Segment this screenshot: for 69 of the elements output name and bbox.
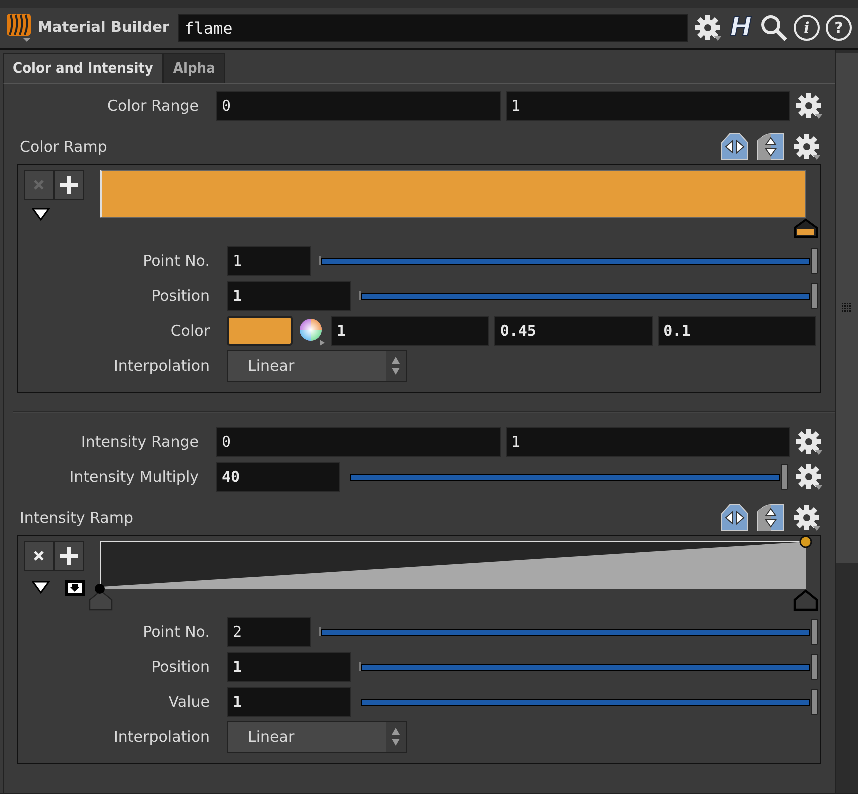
ramp-point-dot[interactable] <box>799 535 813 549</box>
left-right-arrows-icon[interactable] <box>721 133 749 161</box>
delete-point-button[interactable] <box>24 541 54 571</box>
up-down-arrows-icon[interactable] <box>757 504 785 532</box>
plus-icon <box>59 546 79 566</box>
color-component-field[interactable]: 1 <box>331 316 490 346</box>
intensity-multiply-field[interactable]: 40 <box>216 462 340 492</box>
settings-icon[interactable] <box>795 428 823 456</box>
range-max-field[interactable]: 1 <box>506 427 790 457</box>
value-field[interactable]: 1 <box>227 687 351 717</box>
field-label: Interpolation <box>113 357 210 375</box>
field-label: Point No. <box>142 252 210 270</box>
settings-icon[interactable] <box>694 14 722 42</box>
range-max-field[interactable]: 1 <box>506 91 790 121</box>
grip-icon <box>842 303 852 313</box>
add-point-button[interactable] <box>54 541 84 571</box>
field-label: Position <box>150 287 210 305</box>
color-swatch[interactable] <box>227 316 293 346</box>
node-type-label: Material Builder <box>38 20 170 36</box>
scrollbar-thumb[interactable] <box>836 53 858 563</box>
field-label: Intensity Multiply <box>68 468 199 486</box>
position-field[interactable]: 1 <box>227 652 351 682</box>
node-name-field[interactable]: flame <box>178 14 688 42</box>
interpolation-dropdown[interactable]: Linear <box>227 721 407 753</box>
striped-node-icon[interactable] <box>6 13 32 43</box>
ramp-graph[interactable] <box>100 541 806 589</box>
settings-icon[interactable] <box>793 504 821 532</box>
field-label: Value <box>168 693 210 711</box>
field-label: Interpolation <box>113 728 210 746</box>
range-min-field[interactable]: 0 <box>216 427 500 457</box>
settings-icon[interactable] <box>793 133 821 161</box>
field-label: Point No. <box>142 623 210 641</box>
color-component-field[interactable]: 0.1 <box>658 316 816 346</box>
settings-icon[interactable] <box>795 92 823 120</box>
position-field[interactable]: 1 <box>227 281 351 311</box>
collapse-triangle-icon[interactable] <box>32 208 50 222</box>
tab[interactable]: Alpha <box>163 53 226 83</box>
field-label: Position <box>150 658 210 676</box>
field-label: Color <box>170 322 210 340</box>
point-number-field[interactable]: 1 <box>227 246 311 276</box>
scrollbar[interactable] <box>835 50 858 793</box>
settings-icon[interactable] <box>795 463 823 491</box>
collapse-triangle-icon[interactable] <box>32 581 50 595</box>
section-label: Color Ramp <box>20 138 108 156</box>
up-down-caret-icon <box>386 351 406 381</box>
close-icon <box>33 179 45 191</box>
up-down-arrows-icon[interactable] <box>757 133 785 161</box>
search-icon[interactable] <box>760 14 788 42</box>
color-component-field[interactable]: 0.45 <box>494 316 653 346</box>
point-number-field[interactable]: 2 <box>227 617 311 647</box>
field-label: Color Range <box>106 97 199 115</box>
add-point-button[interactable] <box>54 170 84 200</box>
section-label: Intensity Ramp <box>20 509 134 527</box>
interpolation-dropdown[interactable]: Linear <box>227 350 407 382</box>
plus-icon <box>59 175 79 195</box>
down-arrow-box-icon[interactable] <box>64 579 86 597</box>
range-min-field[interactable]: 0 <box>216 91 500 121</box>
ramp-key-marker[interactable] <box>793 218 819 238</box>
ramp-key-marker[interactable] <box>793 589 819 611</box>
up-down-caret-icon <box>386 722 406 752</box>
ramp-point-dot[interactable] <box>94 583 106 595</box>
tab[interactable]: Color and Intensity <box>3 53 164 83</box>
field-label: Intensity Range <box>80 433 199 451</box>
houdini-menu-button[interactable]: H <box>728 15 754 41</box>
help-button[interactable]: ? <box>826 15 852 41</box>
close-icon <box>33 550 45 562</box>
info-button[interactable]: i <box>794 15 820 41</box>
color-ramp-bar[interactable] <box>100 170 806 218</box>
left-right-arrows-icon[interactable] <box>721 504 749 532</box>
